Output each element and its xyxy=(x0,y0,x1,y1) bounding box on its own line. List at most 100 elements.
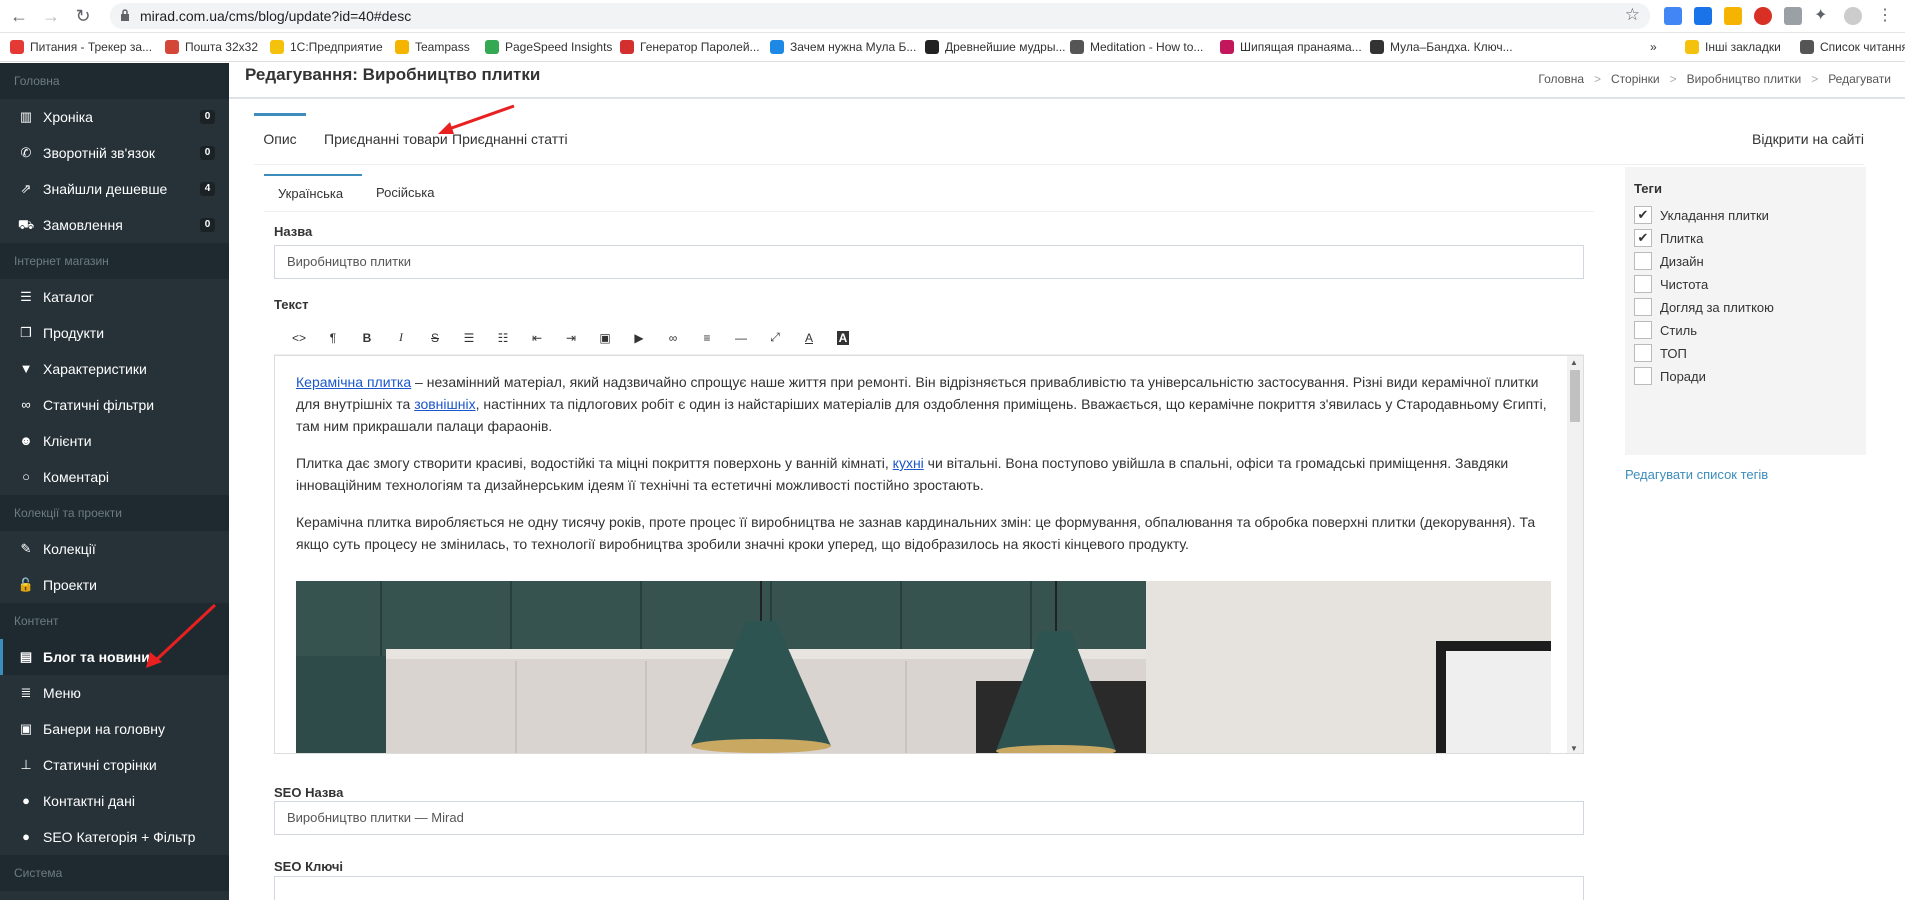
checkbox[interactable] xyxy=(1634,344,1652,362)
tag-checkbox-row[interactable]: Чистота xyxy=(1634,274,1708,294)
tag-checkbox-row[interactable]: ТОП xyxy=(1634,343,1687,363)
fullscreen-icon[interactable]: ⤢ xyxy=(758,324,792,352)
breadcrumb-item[interactable]: Головна xyxy=(1538,72,1584,86)
sidebar-item[interactable]: ≣ Меню xyxy=(0,675,229,711)
bookmark-item[interactable]: Список читання xyxy=(1800,40,1905,54)
profile-avatar[interactable] xyxy=(1844,7,1862,25)
bookmark-item[interactable]: Зачем нужна Мула Б... xyxy=(770,40,916,54)
checkbox[interactable]: ✔ xyxy=(1634,229,1652,247)
strikethrough-icon[interactable]: S xyxy=(418,324,452,352)
extension-icon[interactable] xyxy=(1664,7,1682,25)
open-on-site-link[interactable]: Відкрити на сайті xyxy=(1752,113,1864,165)
scroll-up-icon[interactable]: ▲ xyxy=(1570,358,1578,367)
puzzle-icon[interactable]: ✦ xyxy=(1814,7,1832,25)
seo-keys-input[interactable] xyxy=(274,876,1584,900)
numbered-list-icon[interactable]: ☷ xyxy=(486,324,520,352)
sidebar-item[interactable]: ● SEO Категорія + Фільтр xyxy=(0,819,229,855)
scrollbar-thumb[interactable] xyxy=(1570,370,1580,422)
sidebar-item[interactable]: ✆ Зворотній зв'язок 0 xyxy=(0,135,229,171)
bookmark-item[interactable]: Генератор Паролей... xyxy=(620,40,760,54)
reload-icon[interactable]: ↻ xyxy=(72,5,94,27)
scroll-down-icon[interactable]: ▼ xyxy=(1570,744,1578,753)
video-icon[interactable]: ▶ xyxy=(622,324,656,352)
checkbox[interactable] xyxy=(1634,367,1652,385)
bookmark-item[interactable]: Древнейшие мудры... xyxy=(925,40,1065,54)
sidebar-item[interactable]: ○ Коментарі xyxy=(0,459,229,495)
outdent-icon[interactable]: ⇤ xyxy=(520,324,554,352)
sidebar-item[interactable]: ▣ Банери на головну xyxy=(0,711,229,747)
sidebar-item[interactable]: ▥ Хроніка 0 xyxy=(0,99,229,135)
sidebar-item[interactable]: ▼ Характеристики xyxy=(0,351,229,387)
align-icon[interactable]: ≡ xyxy=(690,324,724,352)
checkbox[interactable] xyxy=(1634,298,1652,316)
ceramic-tile-link[interactable]: Керамічна плитка xyxy=(296,374,411,390)
bookmark-item[interactable]: Meditation - How to... xyxy=(1070,40,1203,54)
bookmark-item[interactable]: Teampass xyxy=(395,40,470,54)
devtools-icon[interactable] xyxy=(1784,7,1802,25)
image-icon[interactable]: ▣ xyxy=(588,324,622,352)
bookmark-item[interactable]: PageSpeed Insights xyxy=(485,40,612,54)
translate-icon[interactable] xyxy=(1694,7,1712,25)
tag-checkbox-row[interactable]: Поради xyxy=(1634,366,1706,386)
bold-icon[interactable]: B xyxy=(350,324,384,352)
paragraph-icon[interactable]: ¶ xyxy=(316,324,350,352)
tab-lang-ukrainian[interactable]: Українська xyxy=(264,174,362,212)
tag-checkbox-row[interactable]: Дизайн xyxy=(1634,251,1704,271)
kitchen-photo[interactable] xyxy=(296,581,1551,753)
tag-checkbox-row[interactable]: ✔ Плитка xyxy=(1634,228,1703,248)
rich-text-editor[interactable]: Керамічна плитка – незамінний матеріал, … xyxy=(274,355,1584,754)
more-bookmarks-icon[interactable]: » xyxy=(1650,40,1657,54)
edit-tags-link[interactable]: Редагувати список тегів xyxy=(1625,467,1768,482)
sidebar-item[interactable]: ∞ Статичні фільтри xyxy=(0,387,229,423)
horizontal-rule-icon[interactable]: — xyxy=(724,324,758,352)
bookmark-item[interactable]: Питания - Трекер за... xyxy=(10,40,152,54)
bookmark-item[interactable]: Пошта 32x32 xyxy=(165,40,258,54)
address-bar[interactable]: mirad.com.ua/cms/blog/update?id=40#desc … xyxy=(110,3,1650,29)
extension-icon[interactable] xyxy=(1754,7,1772,25)
tag-checkbox-row[interactable]: Догляд за плиткою xyxy=(1634,297,1774,317)
background-color-icon[interactable]: A xyxy=(826,324,860,352)
bookmark-item[interactable]: Інші закладки xyxy=(1685,40,1781,54)
tag-checkbox-row[interactable]: ✔ Укладання плитки xyxy=(1634,205,1769,225)
checkbox[interactable]: ✔ xyxy=(1634,206,1652,224)
exterior-link[interactable]: зовнішніх xyxy=(414,396,475,412)
bookmark-item[interactable]: Мула–Бандха. Ключ... xyxy=(1370,40,1513,54)
bullet-list-icon[interactable]: ☰ xyxy=(452,324,486,352)
sidebar-item[interactable]: ❒ Продукти xyxy=(0,315,229,351)
sidebar-item[interactable]: ⛟ Замовлення 0 xyxy=(0,207,229,243)
sidebar-item[interactable]: ⊥ Статичні сторінки xyxy=(0,747,229,783)
sidebar-item[interactable]: ☻ Клієнти xyxy=(0,423,229,459)
bookmark-star-icon[interactable]: ☆ xyxy=(1625,5,1640,25)
checkbox[interactable] xyxy=(1634,252,1652,270)
italic-icon[interactable]: I xyxy=(384,324,418,352)
sidebar-item[interactable]: ☰ Каталог xyxy=(0,279,229,315)
sidebar-item[interactable]: ⇗ Знайшли дешевше 4 xyxy=(0,171,229,207)
tab-description[interactable]: Опис xyxy=(254,113,306,165)
kitchen-link[interactable]: кухні xyxy=(893,455,924,471)
back-icon[interactable]: ← xyxy=(8,5,30,27)
sidebar-item[interactable]: 🔓 Проекти xyxy=(0,567,229,603)
extension-icon[interactable] xyxy=(1724,7,1742,25)
name-input[interactable]: Виробництво плитки xyxy=(274,245,1584,279)
checkbox[interactable] xyxy=(1634,321,1652,339)
indent-icon[interactable]: ⇥ xyxy=(554,324,588,352)
font-color-icon[interactable]: A xyxy=(792,324,826,352)
editor-content[interactable]: Керамічна плитка – незамінний матеріал, … xyxy=(296,371,1551,570)
tab-attached-products[interactable]: Приєднанні товари xyxy=(324,113,448,165)
menu-dots-icon[interactable]: ⋮ xyxy=(1876,7,1894,25)
breadcrumb-item[interactable]: Виробництво плитки xyxy=(1687,72,1802,86)
tab-attached-articles[interactable]: Приєднанні статті xyxy=(452,113,568,165)
code-view-icon[interactable]: <> xyxy=(282,324,316,352)
bookmark-item[interactable]: Шипящая пранаяма... xyxy=(1220,40,1362,54)
seo-name-input[interactable]: Виробництво плитки — Mirad xyxy=(274,801,1584,835)
breadcrumb-item[interactable]: Сторінки xyxy=(1611,72,1660,86)
sidebar-item[interactable]: ● Контактні дані xyxy=(0,783,229,819)
bookmark-item[interactable]: 1С:Предприятие xyxy=(270,40,383,54)
editor-scrollbar[interactable]: ▲ ▼ xyxy=(1567,356,1583,753)
tab-lang-russian[interactable]: Російська xyxy=(362,174,448,212)
checkbox[interactable] xyxy=(1634,275,1652,293)
tag-checkbox-row[interactable]: Стиль xyxy=(1634,320,1697,340)
forward-icon[interactable]: → xyxy=(40,5,62,27)
link-icon[interactable]: ∞ xyxy=(656,324,690,352)
sidebar-item[interactable]: ▤ Блог та новини xyxy=(0,639,229,675)
